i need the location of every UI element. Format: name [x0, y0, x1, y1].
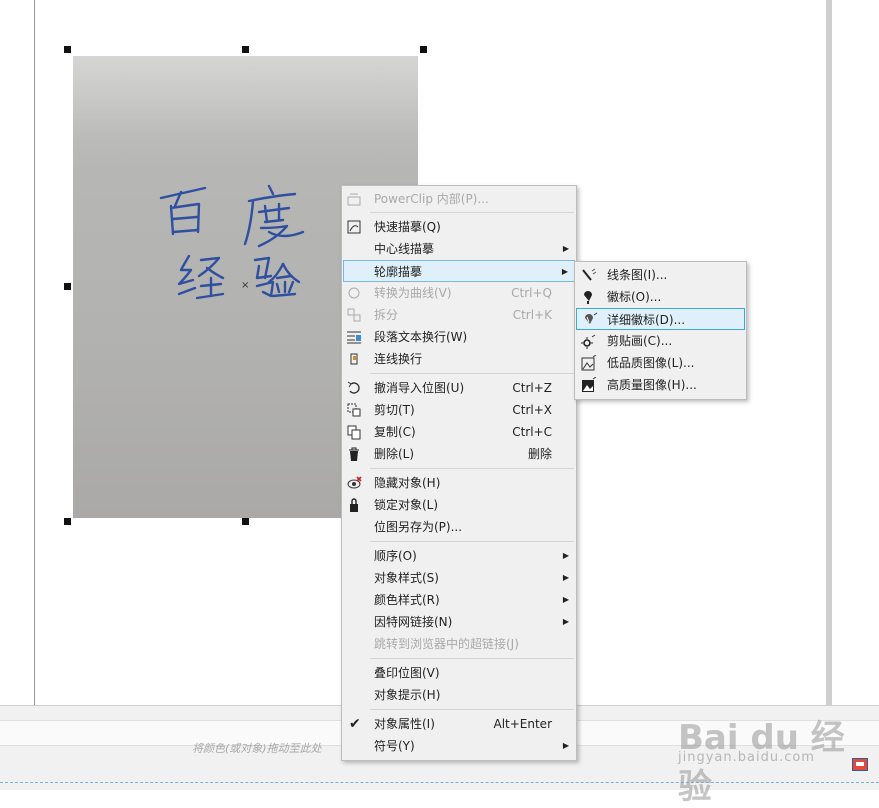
selection-handle[interactable]: [242, 518, 249, 525]
handwriting-char: [253, 256, 301, 298]
submenu-item-high-quality-image[interactable]: 高质量图像(H)...: [576, 374, 745, 396]
clipart-icon: [581, 334, 596, 349]
powerclip-icon: [347, 193, 361, 206]
high-quality-image-icon: [582, 377, 597, 392]
menu-item-order[interactable]: 顺序(O) ▶: [343, 545, 575, 567]
selection-handle[interactable]: [242, 46, 249, 53]
submenu-arrow-icon: ▶: [562, 551, 569, 560]
menu-item-convert-to-curves[interactable]: 转换为曲线(V) Ctrl+Q: [343, 282, 575, 304]
menu-item-object-hints[interactable]: 对象提示(H): [343, 684, 575, 706]
handwriting-char: [159, 186, 207, 236]
submenu-arrow-icon: ▶: [561, 267, 568, 276]
submenu-arrow-icon: ▶: [562, 573, 569, 582]
menu-item-cut[interactable]: 剪切(T) Ctrl+X: [343, 399, 575, 421]
document-boundary-line: [0, 782, 879, 783]
lock-icon: [350, 498, 358, 512]
low-quality-image-icon: [581, 355, 597, 371]
context-menu: PowerClip 内部(P)... 快速描摹(Q) 中心线描摹 ▶ 轮廓描摹 …: [341, 185, 577, 761]
copy-icon: [347, 425, 361, 440]
detailed-logo-icon: [585, 312, 598, 324]
checkmark-icon: ✔: [349, 716, 361, 732]
color-proof-icon[interactable]: [852, 758, 868, 771]
submenu-arrow-icon: ▶: [562, 244, 569, 253]
menu-separator: [370, 468, 574, 469]
selection-handle[interactable]: [420, 46, 427, 53]
line-art-icon: [582, 268, 597, 281]
menu-separator: [370, 212, 574, 213]
menu-item-connector-wrap[interactable]: 连线换行: [343, 348, 575, 370]
menu-item-jump-to-hyperlink[interactable]: 跳转到浏览器中的超链接(J): [343, 633, 575, 655]
submenu-item-low-quality-image[interactable]: 低品质图像(L)...: [576, 352, 745, 374]
menu-item-undo-import[interactable]: 撤消导入位图(U) Ctrl+Z: [343, 377, 575, 399]
menu-item-lock-object[interactable]: 锁定对象(L): [343, 494, 575, 516]
menu-item-delete[interactable]: 删除(L) 删除: [343, 443, 575, 465]
menu-separator: [370, 373, 574, 374]
outline-trace-submenu: 线条图(I)... 徽标(O)... 详细徽标(D)... 剪贴画(C)... …: [574, 261, 747, 400]
handwriting-char: [177, 254, 225, 300]
submenu-arrow-icon: ▶: [562, 617, 569, 626]
selection-handle[interactable]: [64, 46, 71, 53]
center-marker: ×: [241, 280, 250, 291]
menu-item-object-properties[interactable]: ✔ 对象属性(I) Alt+Enter: [343, 713, 575, 735]
connector-wrap-icon: [350, 353, 358, 365]
text-wrap-icon: [347, 331, 361, 344]
submenu-arrow-icon: ▶: [562, 741, 569, 750]
menu-item-copy[interactable]: 复制(C) Ctrl+C: [343, 421, 575, 443]
submenu-item-clipart[interactable]: 剪贴画(C)...: [576, 330, 745, 352]
quick-trace-icon: [347, 220, 361, 234]
menu-item-quick-trace[interactable]: 快速描摹(Q): [343, 216, 575, 238]
menu-item-overprint-bitmap[interactable]: 叠印位图(V): [343, 662, 575, 684]
menu-item-break-apart[interactable]: 拆分 Ctrl+K: [343, 304, 575, 326]
cut-icon: [347, 403, 361, 417]
menu-item-save-bitmap-as[interactable]: 位图另存为(P)...: [343, 516, 575, 538]
menu-item-symbol[interactable]: 符号(Y) ▶: [343, 735, 575, 757]
menu-item-object-styles[interactable]: 对象样式(S) ▶: [343, 567, 575, 589]
menu-item-hide-object[interactable]: 隐藏对象(H): [343, 472, 575, 494]
hide-icon: [347, 476, 362, 489]
selection-handle[interactable]: [64, 283, 71, 290]
submenu-item-logo[interactable]: 徽标(O)...: [576, 286, 745, 308]
page-border-left: [34, 0, 35, 705]
page-border-right: [826, 0, 832, 705]
submenu-arrow-icon: ▶: [562, 595, 569, 604]
menu-separator: [370, 709, 574, 710]
menu-item-outline-trace[interactable]: 轮廓描摹 ▶: [343, 260, 575, 282]
menu-separator: [370, 658, 574, 659]
submenu-item-line-art[interactable]: 线条图(I)...: [576, 264, 745, 286]
menu-item-internet-link[interactable]: 因特网链接(N) ▶: [343, 611, 575, 633]
menu-separator: [370, 541, 574, 542]
menu-item-powerclip[interactable]: PowerClip 内部(P)...: [343, 188, 575, 210]
break-apart-icon: [347, 308, 361, 322]
submenu-item-detailed-logo[interactable]: 详细徽标(D)...: [576, 308, 745, 330]
trash-icon: [349, 447, 359, 461]
menu-item-centerline-trace[interactable]: 中心线描摹 ▶: [343, 238, 575, 260]
selection-handle[interactable]: [64, 518, 71, 525]
logo-icon: [584, 291, 592, 304]
handwriting-char: [243, 184, 305, 248]
color-drop-hint: 将颜色(或对象)拖动至此处: [192, 742, 322, 755]
undo-icon: [347, 381, 360, 394]
convert-curve-icon: [348, 287, 360, 299]
menu-item-color-styles[interactable]: 颜色样式(R) ▶: [343, 589, 575, 611]
menu-item-paragraph-wrap[interactable]: 段落文本换行(W): [343, 326, 575, 348]
